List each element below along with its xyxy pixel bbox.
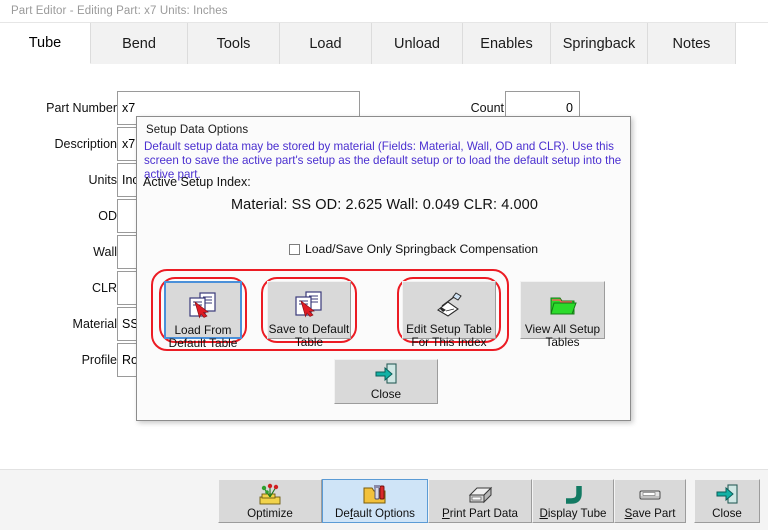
tab-load[interactable]: Load — [280, 23, 372, 64]
checkbox-label: Load/Save Only Springback Compensation — [305, 242, 539, 256]
optimize-icon — [257, 483, 283, 506]
dialog-title: Setup Data Options — [146, 124, 249, 136]
print-part-data-label: Print Part Data — [441, 506, 519, 520]
options-icon — [362, 483, 388, 506]
tab-tube[interactable]: Tube — [0, 23, 91, 64]
tab-notes[interactable]: Notes — [648, 23, 736, 64]
tab-springback[interactable]: Springback — [551, 23, 648, 64]
setup-data-options-dialog: Setup Data Options Default setup data ma… — [136, 116, 631, 421]
printer-icon — [467, 483, 493, 506]
tab-unload[interactable]: Unload — [372, 23, 463, 64]
load-from-default-table-button[interactable]: Load From Default Table — [164, 281, 242, 350]
label-profile: Profile — [81, 353, 117, 367]
window-titlebar: Part Editor - Editing Part: x7 Units: In… — [0, 0, 768, 23]
default-options-button[interactable]: Default Options — [322, 479, 428, 523]
window-title: Part Editor - Editing Part: x7 Units: In… — [11, 5, 228, 17]
exit-door-icon — [373, 362, 399, 386]
edit-setup-table-button[interactable]: Edit Setup Table For This Index — [402, 281, 496, 349]
part-editor-window: Part Editor - Editing Part: x7 Units: In… — [0, 0, 768, 530]
tube-bend-icon — [560, 483, 586, 506]
label-description: Description — [54, 137, 117, 151]
label-clr: CLR — [91, 281, 117, 295]
display-tube-button[interactable]: Display Tube — [532, 479, 614, 523]
edit-setup-table-label: Edit Setup Table For This Index — [406, 322, 492, 349]
edit-pencil-icon — [432, 290, 466, 320]
save-part-label: Save Part — [624, 506, 676, 520]
copy-from-table-icon — [186, 291, 220, 321]
active-setup-index-label: Active Setup Index: — [143, 175, 251, 189]
tab-strip: Tube Bend Tools Load Unload Enables Spri… — [0, 23, 768, 64]
optimize-button[interactable]: Optimize — [218, 479, 322, 523]
springback-compensation-checkbox[interactable]: Load/Save Only Springback Compensation — [289, 242, 538, 256]
close-label: Close — [712, 506, 742, 520]
default-options-label: Default Options — [335, 506, 415, 520]
load-from-default-table-label: Load From Default Table — [168, 323, 238, 350]
label-od: OD — [98, 209, 117, 223]
display-tube-label: Display Tube — [539, 506, 607, 520]
tab-enables[interactable]: Enables — [463, 23, 551, 64]
bottom-toolbar: Optimize Default Options Print Part Data… — [0, 469, 768, 530]
print-part-data-button[interactable]: Print Part Data — [428, 479, 532, 523]
checkbox-box-icon[interactable] — [289, 243, 300, 255]
label-wall: Wall — [93, 245, 117, 259]
active-setup-index-value: Material: SS OD: 2.625 Wall: 0.049 CLR: … — [231, 197, 538, 213]
optimize-label: Optimize — [247, 506, 293, 520]
save-part-button[interactable]: Save Part — [614, 479, 686, 523]
copy-to-table-icon — [292, 290, 326, 320]
label-part-number: Part Number — [46, 101, 117, 115]
tab-bend[interactable]: Bend — [91, 23, 188, 64]
save-to-default-table-label: Save to Default Table — [268, 322, 350, 349]
exit-door-icon — [714, 483, 740, 506]
dialog-close-button[interactable]: Close — [334, 359, 438, 404]
dialog-close-label: Close — [370, 387, 402, 401]
label-count: Count — [470, 101, 504, 115]
folder-open-icon — [546, 290, 580, 320]
tab-strip-filler — [736, 23, 768, 64]
label-units: Units — [88, 173, 117, 187]
tab-tools[interactable]: Tools — [188, 23, 280, 64]
close-button[interactable]: Close — [694, 479, 760, 523]
label-material: Material — [72, 317, 117, 331]
view-all-setup-tables-label: View All Setup Tables — [524, 322, 601, 349]
view-all-setup-tables-button[interactable]: View All Setup Tables — [520, 281, 605, 349]
save-disk-icon — [637, 483, 663, 506]
save-to-default-table-button[interactable]: Save to Default Table — [267, 281, 351, 349]
